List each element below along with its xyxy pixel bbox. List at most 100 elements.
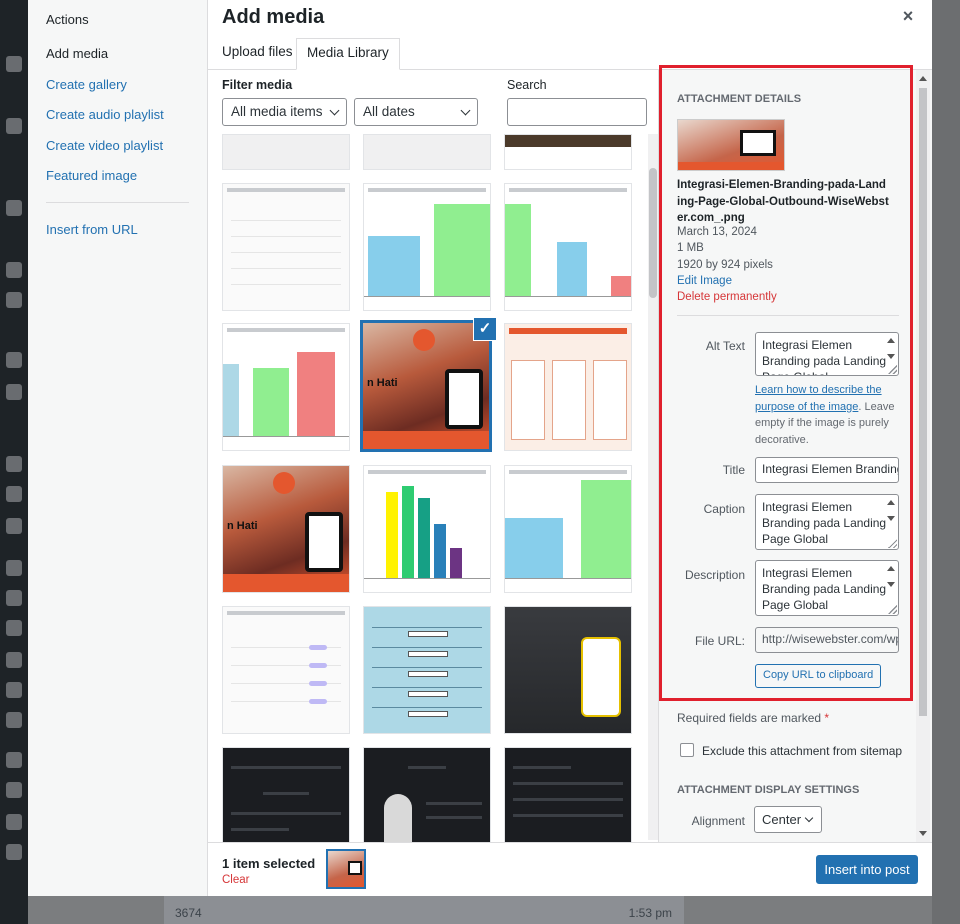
alt-text-label: Alt Text: [705, 339, 745, 353]
text-line: [426, 802, 482, 805]
caption-field[interactable]: Integrasi Elemen Branding pada Landing P…: [755, 494, 899, 550]
chart-bar: [581, 480, 631, 578]
chart-bar: [253, 368, 289, 436]
thumb-caption: n Hati: [227, 520, 258, 532]
thumb-title: [227, 188, 345, 192]
tab-media-library[interactable]: Media Library: [296, 38, 400, 70]
exclude-sitemap-label[interactable]: Exclude this attachment from sitemap: [702, 744, 902, 758]
media-grid: n Hati n Hati: [208, 134, 658, 842]
insert-into-post-button[interactable]: Insert into post: [816, 855, 918, 884]
menu-separator: [46, 202, 189, 203]
admin-sidebar-backdrop: [0, 0, 28, 924]
grid-scrollbar[interactable]: [648, 134, 658, 840]
file-url-field[interactable]: http://wisewebster.com/wp-content/upload…: [755, 627, 899, 653]
flow-node: [408, 631, 448, 637]
clear-selection-link[interactable]: Clear: [222, 874, 249, 886]
media-item[interactable]: [222, 323, 350, 451]
chart-bar: [450, 548, 462, 578]
alignment-select[interactable]: Center: [754, 806, 822, 833]
status-pill: [309, 681, 327, 686]
chart-bar: [505, 518, 563, 578]
megaphone-icon: [6, 814, 22, 830]
resize-grip-icon[interactable]: [888, 539, 897, 548]
background-table-row: 3674 1:53 pm: [164, 896, 684, 924]
attachment-date: March 13, 2024: [677, 226, 757, 238]
delete-permanently-link[interactable]: Delete permanently: [677, 291, 777, 303]
menu-insert-from-url[interactable]: Insert from URL: [46, 222, 138, 237]
selection-count: 1 item selected: [222, 856, 316, 871]
search-input[interactable]: [507, 98, 647, 126]
resize-grip-icon[interactable]: [888, 365, 897, 374]
media-item[interactable]: [504, 606, 632, 734]
menu-create-video-playlist[interactable]: Create video playlist: [46, 138, 163, 153]
scroll-up-icon[interactable]: [919, 76, 927, 81]
flow-node: [408, 691, 448, 697]
chevron-down-icon: [460, 105, 471, 116]
media-item[interactable]: [363, 606, 491, 734]
collapse-icon: [6, 844, 22, 860]
brand-logo: [273, 472, 295, 494]
menu-create-gallery[interactable]: Create gallery: [46, 77, 127, 92]
thumb-title: [509, 188, 627, 192]
media-item[interactable]: [363, 134, 491, 170]
edit-image-link[interactable]: Edit Image: [677, 275, 732, 287]
menu-create-audio-playlist[interactable]: Create audio playlist: [46, 107, 164, 122]
selection-thumbnail[interactable]: [326, 849, 366, 889]
chart-bar: [557, 242, 587, 296]
media-item[interactable]: [363, 183, 491, 311]
media-item[interactable]: [222, 134, 350, 170]
media-item[interactable]: [222, 183, 350, 311]
media-item[interactable]: [504, 465, 632, 593]
media-item[interactable]: [363, 465, 491, 593]
thumb-footer: [223, 574, 349, 592]
media-item[interactable]: [504, 323, 632, 451]
thumb-title: [227, 611, 345, 615]
media-item[interactable]: n Hati: [222, 465, 350, 593]
close-icon[interactable]: ×: [898, 6, 918, 26]
description-field[interactable]: Integrasi Elemen Branding pada Landing P…: [755, 560, 899, 616]
text-line: [513, 814, 623, 817]
details-scrollbar[interactable]: [916, 70, 930, 842]
alt-text-help: Learn how to describe the purpose of the…: [755, 382, 899, 448]
tab-upload-files[interactable]: Upload files: [212, 38, 303, 70]
selected-check-icon[interactable]: ✓: [473, 317, 497, 341]
flow-line: [372, 627, 482, 628]
details-scrollbar-thumb[interactable]: [919, 88, 927, 716]
folder-icon: [6, 486, 22, 502]
phone-mockup: [348, 861, 362, 875]
plan-card: [593, 360, 627, 440]
background-count: 3674: [175, 906, 202, 920]
alt-text-field[interactable]: Integrasi Elemen Branding pada Landing P…: [755, 332, 899, 376]
chart-bar: [611, 276, 631, 296]
attachment-details-heading: Attachment Details: [677, 93, 802, 105]
text-line: [263, 792, 309, 795]
thumb-title: [368, 470, 486, 474]
attachment-size: 1 MB: [677, 242, 704, 254]
attachment-preview: [677, 119, 785, 171]
resize-grip-icon[interactable]: [888, 605, 897, 614]
details-separator: [677, 315, 899, 316]
media-type-select[interactable]: All media items: [222, 98, 347, 126]
media-item[interactable]: [363, 747, 491, 842]
date-filter-select[interactable]: All dates: [354, 98, 478, 126]
menu-featured-image[interactable]: Featured image: [46, 168, 137, 183]
scroll-down-icon[interactable]: [919, 831, 927, 836]
media-item[interactable]: [504, 747, 632, 842]
grid-scrollbar-thumb[interactable]: [649, 168, 657, 298]
chart-axis: [364, 296, 490, 297]
media-item[interactable]: [222, 747, 350, 842]
exclude-sitemap-checkbox[interactable]: [680, 743, 694, 757]
media-item[interactable]: [504, 134, 632, 170]
thumb-title: [227, 328, 345, 332]
flow-line: [372, 667, 482, 668]
menu-add-media[interactable]: Add media: [46, 46, 108, 61]
chart-bar: [434, 524, 446, 578]
media-item[interactable]: [222, 606, 350, 734]
title-field[interactable]: Integrasi Elemen Branding pada Landing P…: [755, 457, 899, 483]
page-backdrop-bottom: 3674 1:53 pm: [28, 896, 932, 924]
background-time: 1:53 pm: [628, 906, 672, 920]
media-item[interactable]: [504, 183, 632, 311]
phone-mockup: [305, 512, 343, 572]
flow-line: [372, 687, 482, 688]
copy-url-button[interactable]: Copy URL to clipboard: [755, 664, 882, 688]
